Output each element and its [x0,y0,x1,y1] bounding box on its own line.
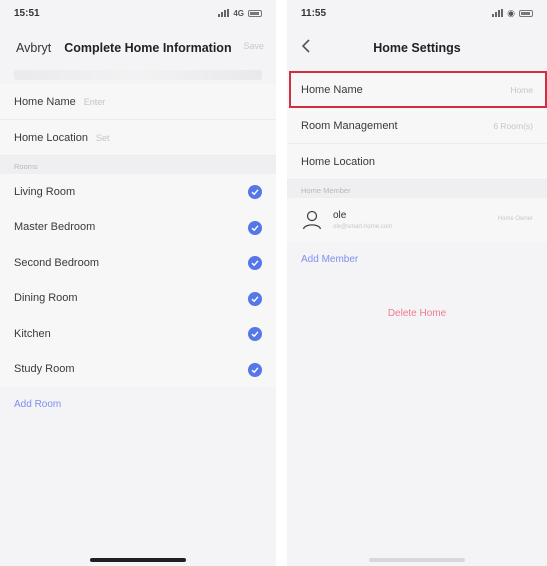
room-label: Dining Room [14,292,78,305]
nav-bar: Home Settings [287,26,547,70]
delete-home-row: Delete Home [287,296,547,330]
member-email: ole@smart-home.com [333,224,393,230]
check-icon[interactable] [248,291,262,306]
home-location-label: Home Location [301,155,375,168]
room-item-kitchen[interactable]: Kitchen [0,316,276,352]
add-room-button[interactable]: Add Room [14,399,61,410]
signal-icon [218,9,230,17]
home-location-field[interactable]: Home Location Set [0,120,276,156]
page-title: Complete Home Information [64,41,232,55]
status-bar: 15:51 4G [0,0,276,26]
user-avatar-icon [301,209,323,231]
check-icon[interactable] [248,220,262,235]
check-icon[interactable] [248,362,262,377]
home-settings-screen: 11:55 ◉ Home Settings Home Name Home Roo… [287,0,547,566]
wifi-icon: ◉ [507,7,515,18]
check-icon[interactable] [248,327,262,341]
check-icon[interactable] [248,185,262,199]
blurred-hint [14,70,262,80]
home-location-label: Home Location [14,131,88,144]
room-label: Living Room [14,185,76,198]
room-item-second-bedroom[interactable]: Second Bedroom [0,245,276,281]
delete-home-button[interactable]: Delete Home [388,308,446,319]
add-member-row: Add Member [287,242,547,276]
room-item-dining-room[interactable]: Dining Room [0,280,276,316]
status-time: 15:51 [14,7,40,19]
rooms-section-label: Rooms [0,156,276,174]
member-info: ole ole@smart-home.com [333,210,392,230]
room-label: Kitchen [14,327,51,340]
nav-bar: Avbryt Complete Home Information Save [0,26,276,70]
home-location-placeholder: Set [96,132,110,143]
battery-icon [519,9,533,17]
network-type: 4G [233,8,244,18]
signal-icon [492,9,504,17]
home-name-label: Home Name [301,83,363,96]
status-icons: 4G [218,9,262,18]
status-icons: ◉ [492,8,533,19]
add-room-row: Add Room [0,387,276,421]
home-name-field[interactable]: Home Name Enter [0,84,276,120]
add-member-button[interactable]: Add Member [301,254,358,265]
room-item-master-bedroom[interactable]: Master Bedroom [0,209,276,245]
page-title: Home Settings [373,41,461,55]
home-name-row[interactable]: Home Name Home [287,72,547,108]
member-item[interactable]: ole ole@smart-home.com Home Owner [287,198,547,242]
complete-home-info-screen: 15:51 4G Avbryt Complete Home Informatio… [0,0,276,566]
home-member-section-label: Home Member [287,180,547,198]
room-label: Second Bedroom [14,256,99,269]
home-indicator [90,558,186,562]
status-time: 11:55 [301,7,327,19]
member-role: Home Owner [497,216,533,222]
home-indicator [369,558,465,562]
room-item-living-room[interactable]: Living Room [0,174,276,210]
member-name: ole [333,210,347,221]
home-name-label: Home Name [14,95,76,108]
room-item-study-room[interactable]: Study Room [0,351,276,387]
room-management-value: 6 Room(s) [493,120,533,131]
home-location-row[interactable]: Home Location [287,144,547,180]
status-bar: 11:55 ◉ [287,0,547,26]
home-name-placeholder: Enter [83,96,106,107]
home-name-value: Home [510,84,533,95]
save-button[interactable]: Save [243,41,264,51]
cancel-button[interactable]: Avbryt [16,41,51,55]
room-management-label: Room Management [301,119,398,132]
room-label: Study Room [14,363,75,376]
back-chevron-icon[interactable] [297,36,317,56]
battery-icon [248,9,262,17]
room-management-row[interactable]: Room Management 6 Room(s) [287,108,547,144]
check-icon[interactable] [248,256,262,270]
room-label: Master Bedroom [14,221,96,234]
